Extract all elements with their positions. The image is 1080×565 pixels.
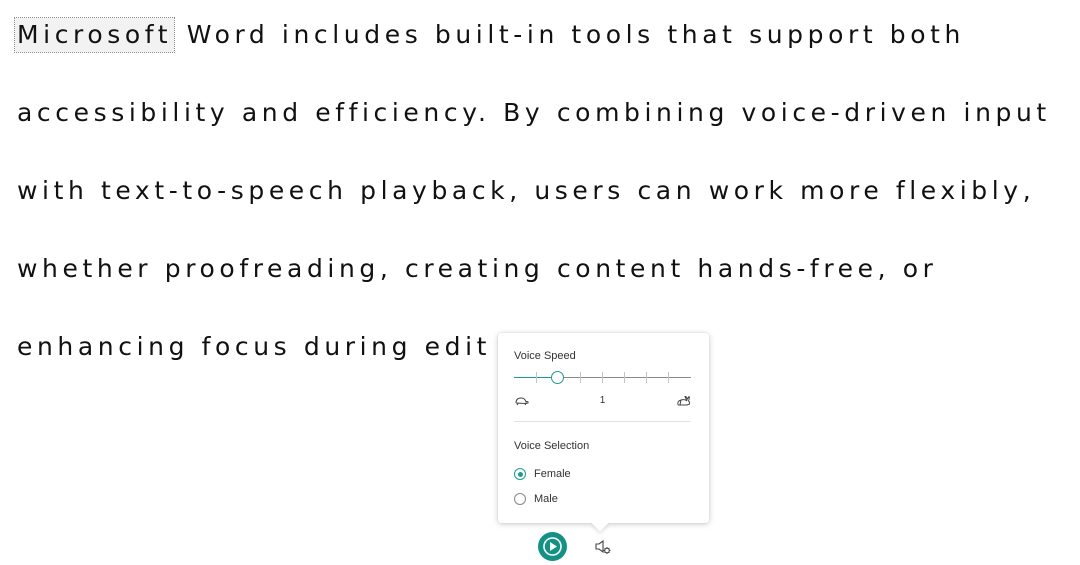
divider [514, 421, 691, 422]
voice-option-female[interactable]: Female [514, 466, 571, 482]
paragraph-line[interactable]: Microsoft Word includes built-in tools t… [13, 17, 966, 53]
paragraph-line[interactable]: accessibility and efficiency. By combini… [17, 96, 1051, 130]
paragraph-line[interactable]: with text-to-speech playback, users can … [17, 174, 1035, 208]
voice-option-label: Male [534, 493, 558, 505]
speed-row: 1 [514, 393, 691, 409]
speed-value: 1 [599, 395, 606, 406]
voice-speed-slider[interactable] [514, 371, 691, 385]
voice-option-male[interactable]: Male [514, 491, 558, 507]
slider-tick [668, 372, 669, 383]
play-button[interactable] [538, 532, 567, 561]
rabbit-icon [676, 395, 691, 410]
slider-tick [602, 372, 603, 383]
slider-tick [624, 372, 625, 383]
line-text: Word includes built-in tools that suppor… [174, 20, 966, 49]
slider-tick [536, 372, 537, 383]
voice-option-label: Female [534, 468, 571, 480]
voice-selection-label: Voice Selection [514, 440, 590, 452]
slider-tick [646, 372, 647, 383]
slider-tick [580, 372, 581, 383]
paragraph-line[interactable]: enhancing focus during edit [17, 330, 491, 364]
radio-male[interactable] [514, 493, 526, 505]
paragraph-line[interactable]: whether proofreading, creating content h… [17, 252, 938, 286]
radio-female[interactable] [514, 468, 526, 480]
play-icon [543, 537, 562, 556]
slider-thumb[interactable] [551, 371, 564, 384]
voice-speed-label: Voice Speed [514, 350, 576, 362]
voice-settings-icon [595, 539, 611, 554]
read-aloud-current-word[interactable]: Microsoft [13, 17, 176, 53]
read-aloud-settings-popup: Voice Speed 1 Voice Selection Female Mal… [498, 333, 709, 532]
voice-settings-button[interactable] [594, 538, 612, 556]
popup-caret [591, 514, 609, 532]
